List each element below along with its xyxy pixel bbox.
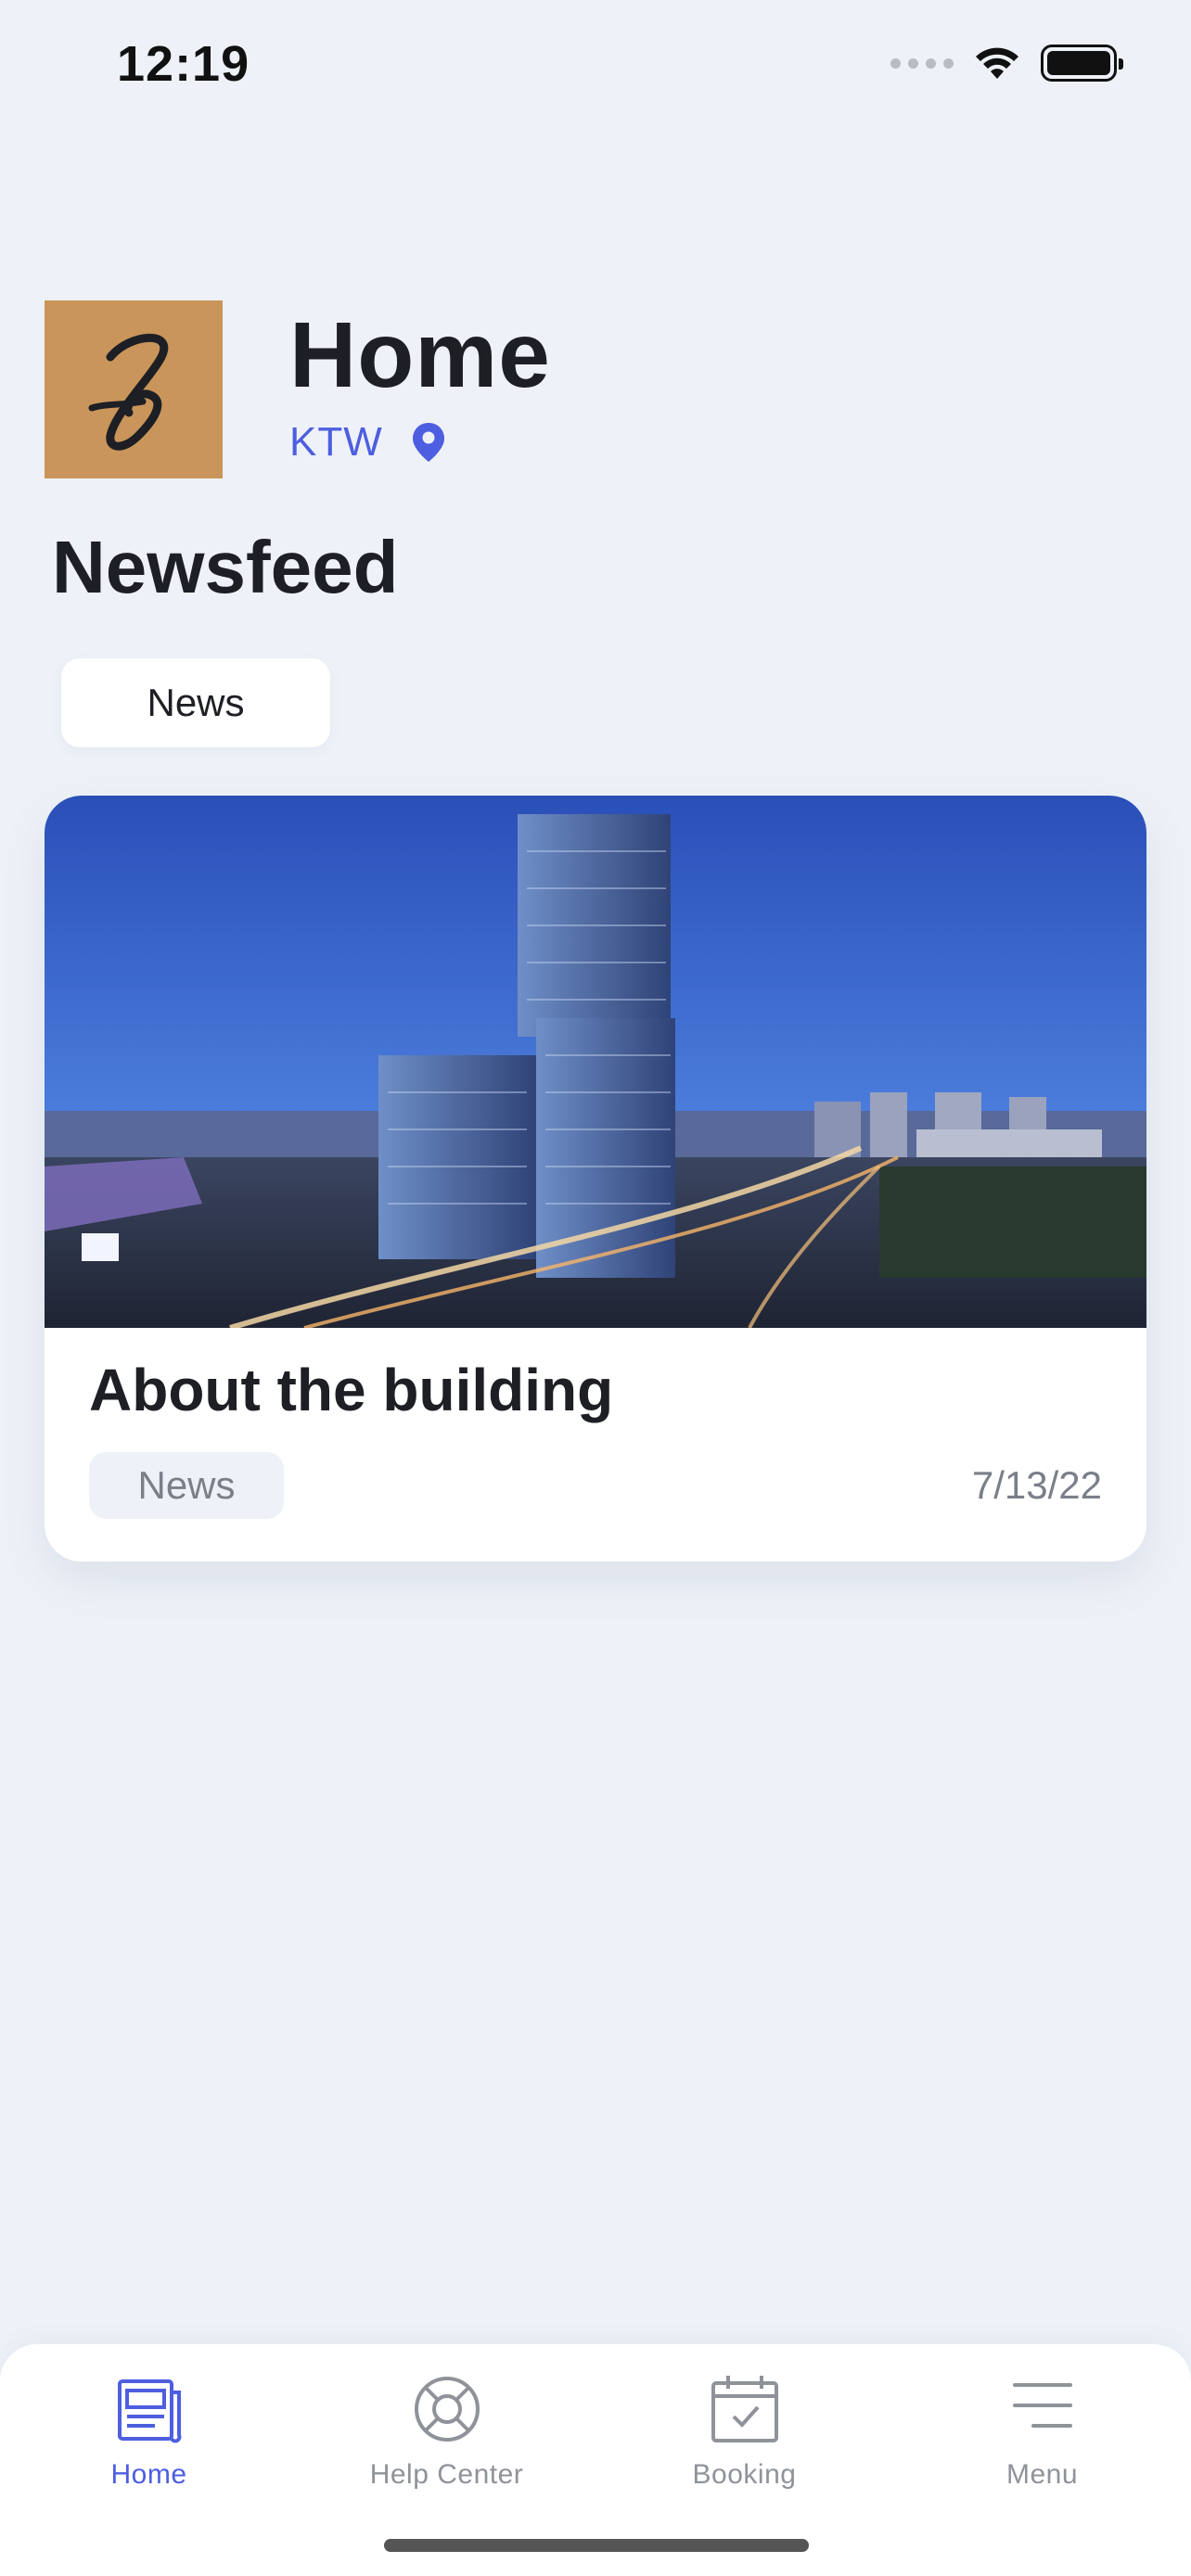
status-time: 12:19 bbox=[117, 36, 250, 92]
news-card[interactable]: About the building News 7/13/22 bbox=[45, 796, 1146, 1562]
tab-help-center[interactable]: Help Center bbox=[298, 2344, 596, 2502]
location-pin-icon bbox=[412, 423, 444, 462]
tab-label: Booking bbox=[692, 2459, 797, 2490]
news-category-badge: News bbox=[89, 1452, 284, 1519]
logo-script-b-icon bbox=[88, 333, 169, 451]
tab-menu[interactable]: Menu bbox=[893, 2344, 1191, 2502]
calendar-check-icon bbox=[711, 2376, 778, 2442]
section-title: Newsfeed bbox=[52, 526, 399, 608]
status-icons bbox=[890, 45, 1123, 82]
battery-icon bbox=[1041, 45, 1123, 82]
page-title: Home bbox=[289, 303, 551, 407]
news-title: About the building bbox=[89, 1357, 614, 1423]
tab-label: Home bbox=[110, 2459, 187, 2490]
tab-booking[interactable]: Booking bbox=[596, 2344, 893, 2502]
newspaper-icon bbox=[117, 2379, 181, 2443]
lifebuoy-icon bbox=[414, 2377, 480, 2442]
filter-chip-news[interactable]: News bbox=[61, 658, 330, 747]
location-code: KTW bbox=[289, 419, 383, 465]
home-indicator[interactable] bbox=[384, 2539, 809, 2552]
news-date: 7/13/22 bbox=[971, 1463, 1102, 1507]
cellular-signal-icon bbox=[890, 57, 954, 69]
tab-home[interactable]: Home bbox=[0, 2344, 298, 2502]
news-image bbox=[45, 796, 1146, 1328]
building-logo[interactable] bbox=[45, 300, 223, 478]
location-selector[interactable]: KTW bbox=[289, 419, 446, 465]
tab-label: Help Center bbox=[369, 2459, 524, 2490]
tab-label: Menu bbox=[1005, 2459, 1079, 2490]
wifi-icon bbox=[976, 47, 1018, 79]
status-bar: 12:19 bbox=[0, 0, 1191, 130]
menu-icon bbox=[1012, 2383, 1072, 2428]
